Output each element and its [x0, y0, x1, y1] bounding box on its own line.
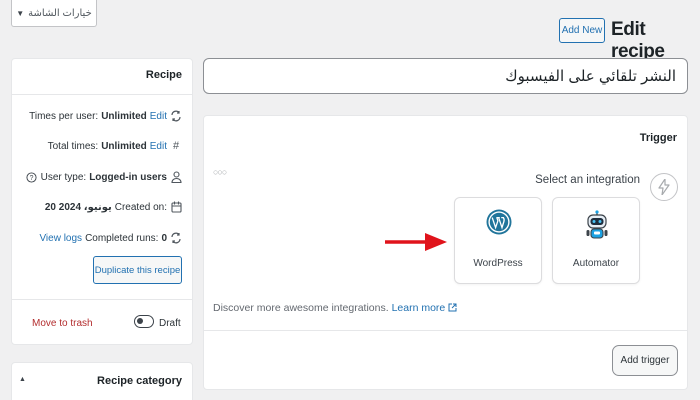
completed-runs-value: 0 — [161, 232, 167, 244]
select-integration-label: Select an integration — [535, 174, 640, 186]
completed-runs-row: View logs Completed runs: 0 — [39, 232, 182, 244]
add-trigger-button[interactable]: Add trigger — [612, 345, 678, 376]
red-arrow-icon — [385, 233, 447, 251]
wordpress-logo-icon — [486, 209, 512, 235]
total-times-edit-link[interactable]: Edit — [150, 141, 167, 152]
integration-automator[interactable]: Automator — [552, 197, 640, 284]
created-on-row: 20 يونيو، 2024 Created on: — [45, 201, 182, 213]
view-logs-link[interactable]: View logs — [39, 233, 82, 244]
screen-options-label: خيارات الشاشة — [28, 7, 92, 19]
help-icon[interactable]: ? — [26, 171, 38, 183]
move-to-trash-link[interactable]: Move to trash — [32, 318, 93, 329]
automator-robot-icon — [586, 210, 608, 239]
integration-wordpress-label: WordPress — [473, 258, 523, 269]
user-type-label: User type: — [40, 171, 87, 183]
divider — [12, 94, 192, 95]
recipe-title-input[interactable]: النشر تلقائي على الفيسبوك — [203, 58, 688, 94]
times-per-user-row: Times per user: Unlimited Edit — [29, 110, 182, 122]
bolt-icon — [650, 173, 678, 201]
total-times-value: Unlimited — [101, 140, 147, 152]
recipe-panel: Recipe Times per user: Unlimited Edit To… — [11, 58, 193, 345]
user-icon — [170, 171, 182, 183]
integration-wordpress[interactable]: WordPress — [454, 197, 542, 284]
external-link-icon — [448, 303, 457, 312]
add-new-button[interactable]: Add New — [559, 18, 605, 43]
user-type-value: Logged-in users — [89, 171, 167, 183]
recipe-category-panel: ▲ Recipe category — [11, 362, 193, 400]
screen-options-button[interactable]: خيارات الشاشة ▼ — [11, 0, 97, 27]
trigger-title: Trigger — [639, 132, 677, 144]
repeat-icon — [170, 110, 182, 122]
total-times-row: Total times: Unlimited Edit # — [48, 140, 182, 152]
recipe-panel-title: Recipe — [145, 69, 182, 81]
times-per-user-edit-link[interactable]: Edit — [150, 111, 167, 122]
integration-automator-label: Automator — [572, 258, 620, 269]
page-title: Edit recipe — [611, 19, 665, 62]
svg-text:?: ? — [30, 174, 34, 181]
learn-more-link[interactable]: Learn more — [392, 302, 446, 314]
duplicate-recipe-button[interactable]: Duplicate this recipe — [93, 256, 182, 284]
divider — [12, 299, 192, 300]
total-times-label: Total times: — [47, 140, 99, 152]
more-options-icon[interactable]: ○○○ — [213, 167, 227, 177]
times-per-user-label: Times per user: — [29, 110, 99, 122]
divider — [204, 330, 687, 331]
caret-down-icon: ▼ — [16, 8, 25, 18]
hash-icon: # — [172, 140, 180, 152]
status-label: Draft — [159, 318, 181, 329]
completed-runs-label: Completed runs: — [85, 232, 159, 244]
status-toggle[interactable] — [134, 315, 154, 328]
recipe-category-title: Recipe category — [97, 375, 182, 387]
created-on-value: 20 يونيو، 2024 — [44, 201, 112, 213]
discover-integrations-text: Discover more awesome integrations. Lear… — [213, 302, 457, 314]
refresh-icon — [170, 232, 182, 244]
user-type-row: ? User type: Logged-in users — [26, 171, 182, 183]
collapse-toggle-icon[interactable]: ▲ — [19, 376, 26, 383]
times-per-user-value: Unlimited — [101, 110, 147, 122]
trigger-panel: Trigger ○○○ Select an integration WordPr… — [203, 115, 688, 390]
calendar-icon — [170, 201, 182, 213]
discover-text: Discover more awesome integrations. — [213, 302, 389, 314]
created-on-label: Created on: — [114, 201, 167, 213]
